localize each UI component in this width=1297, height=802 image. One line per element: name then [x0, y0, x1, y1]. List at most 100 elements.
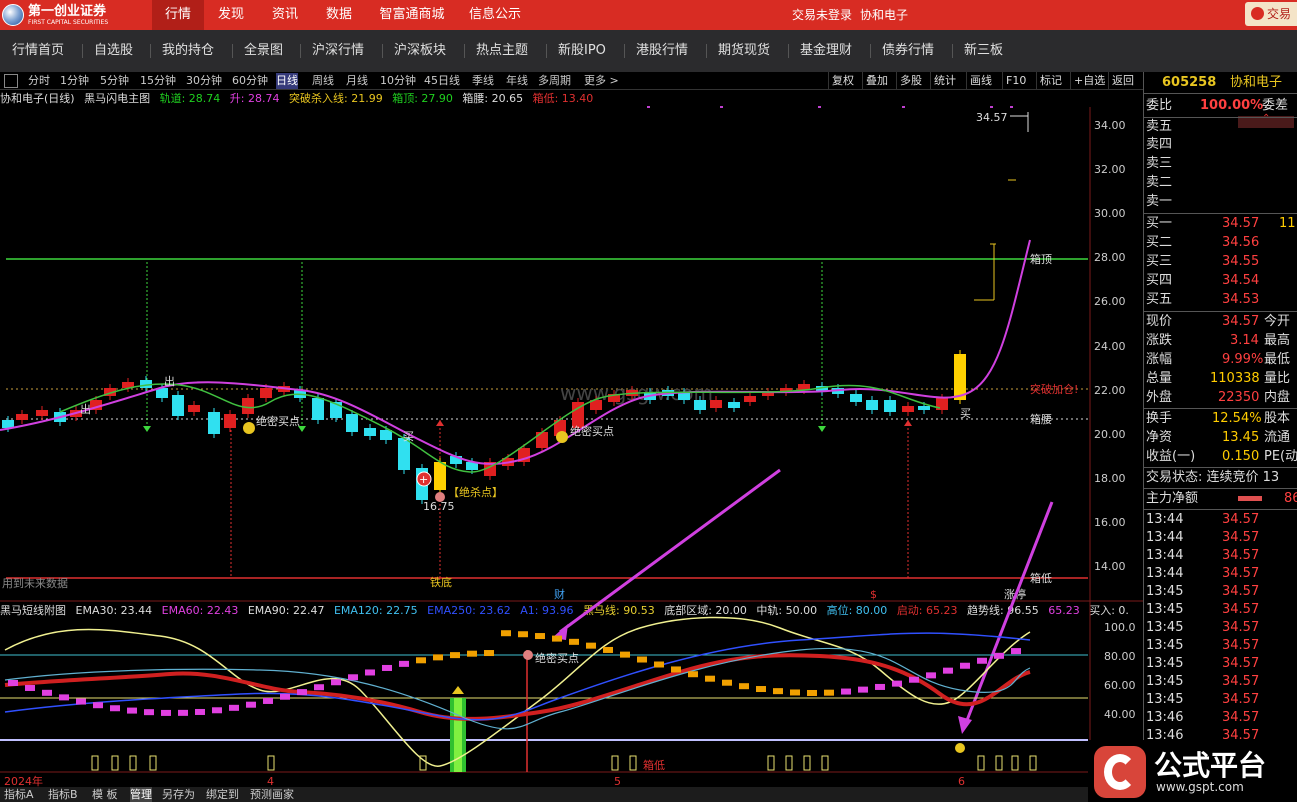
btn-back[interactable]: 返回: [1108, 72, 1137, 90]
stat-label-right: 今开: [1264, 314, 1291, 329]
sub-indicator-name[interactable]: 黑马短线附图: [0, 604, 66, 617]
tab-indicator-a[interactable]: 指标A: [4, 787, 34, 802]
period-year[interactable]: 年线: [506, 73, 528, 89]
period-60min[interactable]: 60分钟: [232, 73, 268, 89]
pulse-marker: [785, 755, 793, 771]
trade-button[interactable]: 交易: [1245, 2, 1297, 26]
period-10min[interactable]: 10分钟: [380, 73, 416, 89]
candle-body: [798, 384, 810, 390]
sub-bar: [433, 654, 443, 661]
buy-label-1: 买: [403, 430, 414, 443]
login-status[interactable]: 交易未登录: [792, 0, 852, 30]
sub-bar: [722, 679, 732, 686]
candle-body: [172, 395, 184, 416]
topnav-mall[interactable]: 智富通商城: [370, 0, 454, 30]
period-45day[interactable]: 45日线: [424, 73, 460, 89]
nav-divider: [788, 44, 789, 58]
nav-neeq[interactable]: 新三板: [964, 30, 1003, 72]
tick-time: 13:44: [1146, 530, 1184, 545]
stat-label-right: 股本: [1264, 411, 1291, 426]
period-multi[interactable]: 多周期: [538, 73, 571, 89]
period-fenshi[interactable]: 分时: [28, 73, 50, 89]
indicator-name[interactable]: 黑马闪电主图: [84, 92, 150, 105]
sub-bar: [297, 689, 307, 696]
annotation-arrowhead: [958, 716, 972, 734]
nav-sectors[interactable]: 沪深板块: [394, 30, 446, 72]
nav-futures[interactable]: 期货现货: [718, 30, 770, 72]
btn-overlay[interactable]: 叠加: [862, 72, 891, 90]
broker-logo[interactable]: 第一创业证券 FIRST CAPITAL SECURITIES: [2, 2, 142, 28]
stat-value: 9.99%: [1222, 352, 1264, 367]
btn-f10[interactable]: F10: [1002, 72, 1029, 90]
candle-body: [450, 456, 462, 464]
topnav-disclosure[interactable]: 信息公示: [460, 0, 530, 30]
tab-manage[interactable]: 管理: [130, 787, 152, 802]
nav-panorama[interactable]: 全景图: [244, 30, 283, 72]
tick-price: 34.57: [1222, 548, 1260, 563]
nav-hushen[interactable]: 沪深行情: [312, 30, 364, 72]
tab-bind[interactable]: 绑定到: [206, 787, 239, 802]
pulse-marker: [629, 755, 637, 771]
trend-band: [4, 653, 1031, 721]
tick-row: 13:44 34.57: [1144, 511, 1297, 529]
period-weekly[interactable]: 周线: [312, 73, 334, 89]
pulse-marker: [803, 755, 811, 771]
tab-forecast[interactable]: 预测画家: [250, 787, 294, 802]
topnav-discover[interactable]: 发现: [206, 0, 256, 30]
topnav-data[interactable]: 数据: [314, 0, 364, 30]
nav-ipo[interactable]: 新股IPO: [558, 30, 606, 72]
trade-state: 交易状态: 连续竞价 13: [1146, 470, 1280, 485]
nav-hk[interactable]: 港股行情: [636, 30, 688, 72]
sub-bar: [926, 672, 936, 679]
legend-a1: A1: 93.96: [520, 604, 574, 617]
kline-chart[interactable]: 34.00 32.00 30.00 28.00 26.00 24.00 22.0…: [0, 0, 1143, 787]
panel-toggle-icon[interactable]: [4, 74, 18, 88]
period-quarter[interactable]: 季线: [472, 73, 494, 89]
tick-row: 13:46 34.57: [1144, 709, 1297, 727]
period-1min[interactable]: 1分钟: [60, 73, 89, 89]
period-monthly[interactable]: 月线: [346, 73, 368, 89]
nav-watchlist[interactable]: 自选股: [94, 30, 133, 72]
candle-body: [416, 468, 428, 500]
btn-mark[interactable]: 标记: [1036, 72, 1065, 90]
candle-body: [54, 412, 66, 422]
nav-holdings[interactable]: 我的持仓: [162, 30, 214, 72]
sub-bar: [807, 689, 817, 696]
period-30min[interactable]: 30分钟: [186, 73, 222, 89]
stat-value: 3.14: [1230, 333, 1259, 348]
btn-add-watch[interactable]: +自选: [1070, 72, 1108, 90]
btn-fuquan[interactable]: 复权: [828, 72, 857, 90]
period-5min[interactable]: 5分钟: [100, 73, 129, 89]
nav-home[interactable]: 行情首页: [12, 30, 64, 72]
sub-bar: [994, 652, 1004, 659]
nav-bonds[interactable]: 债券行情: [882, 30, 934, 72]
y-tick: 30.00: [1094, 207, 1126, 220]
nav-funds[interactable]: 基金理财: [800, 30, 852, 72]
tab-template[interactable]: 模 板: [92, 787, 118, 802]
period-more[interactable]: 更多 >: [584, 73, 619, 89]
bid3-price: 34.55: [1222, 254, 1260, 269]
sub-bar: [76, 698, 86, 705]
plus-icon-glyph: +: [419, 473, 428, 486]
candle-body: [626, 390, 638, 396]
period-15min[interactable]: 15分钟: [140, 73, 176, 89]
btn-multistock[interactable]: 多股: [896, 72, 925, 90]
btn-stats[interactable]: 统计: [930, 72, 959, 90]
high-price-label: 34.57: [976, 111, 1008, 124]
stat-label: 换手: [1146, 411, 1173, 426]
legend-qidong: 启动: 65.23: [896, 604, 958, 617]
period-daily[interactable]: 日线: [276, 73, 298, 89]
btn-draw[interactable]: 画线: [966, 72, 995, 90]
nav-hot-topics[interactable]: 热点主题: [476, 30, 528, 72]
sub-bar: [518, 631, 528, 638]
tab-save-as[interactable]: 另存为: [162, 787, 195, 802]
topnav-market[interactable]: 行情: [152, 0, 204, 30]
x-tick: 2024年: [4, 774, 43, 787]
sub-bar: [739, 683, 749, 690]
divider: [1144, 408, 1297, 409]
topnav-news[interactable]: 资讯: [260, 0, 310, 30]
stat-label: 涨幅: [1146, 352, 1173, 367]
tab-indicator-b[interactable]: 指标B: [48, 787, 78, 802]
pulse-marker: [1029, 755, 1037, 771]
coin-icon: [955, 743, 965, 753]
